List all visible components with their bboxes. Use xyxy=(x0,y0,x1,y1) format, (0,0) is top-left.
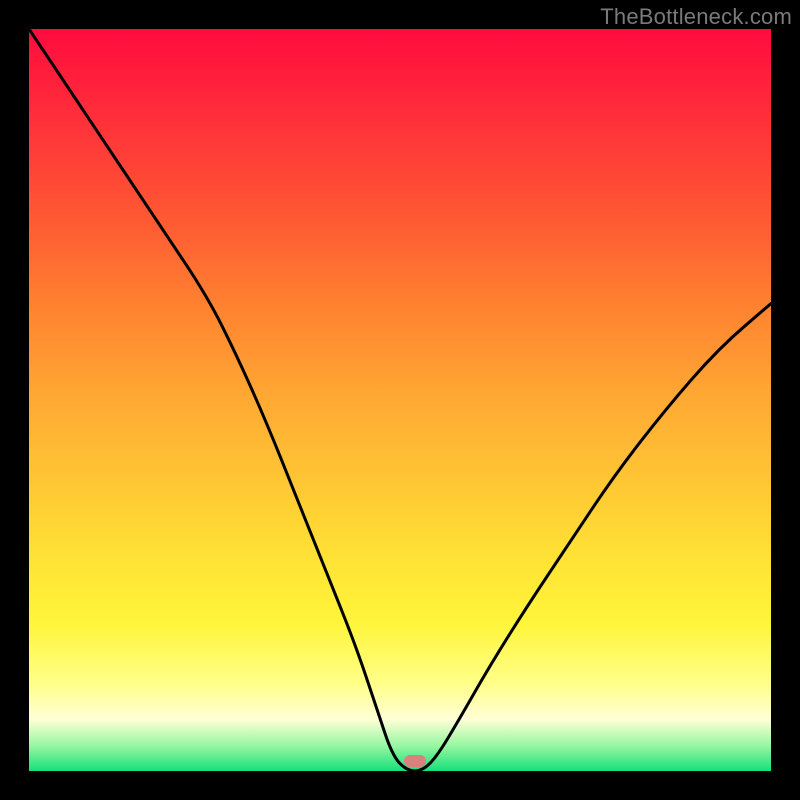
optimal-point-marker xyxy=(404,755,426,767)
watermark-text: TheBottleneck.com xyxy=(600,4,792,30)
bottleneck-curve xyxy=(29,29,771,771)
plot-area xyxy=(29,29,771,771)
chart-frame: TheBottleneck.com xyxy=(0,0,800,800)
